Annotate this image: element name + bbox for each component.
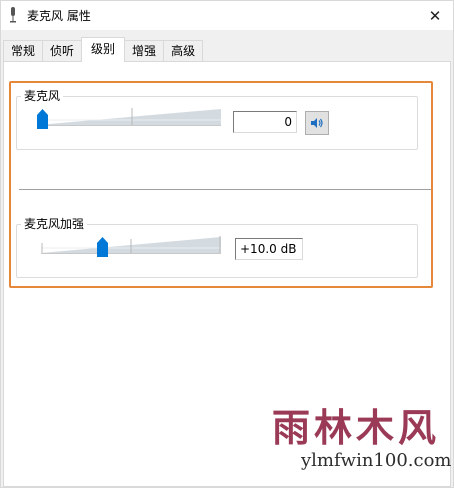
slider-track (41, 236, 221, 254)
title-bar[interactable]: 麦克风 属性 ✕ (1, 1, 453, 30)
boost-level-value: +10.0 dB (240, 242, 297, 256)
boost-level-field[interactable]: +10.0 dB (235, 238, 303, 260)
close-button[interactable]: ✕ (417, 1, 453, 30)
section-divider (19, 189, 433, 190)
tab-advanced[interactable]: 高级 (163, 40, 204, 62)
tab-general[interactable]: 常规 (3, 40, 44, 62)
window-title: 麦克风 属性 (27, 9, 91, 23)
watermark-url: ylmfwin100.com (301, 450, 452, 471)
boost-label: 麦克风加强 (21, 217, 88, 231)
microphone-slider[interactable] (37, 107, 221, 133)
microphone-level-value: 0 (284, 115, 292, 129)
properties-window: 麦克风 属性 ✕ 常规 侦听 级别 增强 高级 麦克风 0 麦克风加强 +10.… (0, 0, 454, 488)
microphone-level-field[interactable]: 0 (233, 111, 297, 133)
speaker-icon (311, 118, 323, 128)
close-icon: ✕ (428, 6, 442, 25)
boost-slider[interactable] (41, 235, 221, 261)
slider-thumb[interactable] (97, 237, 108, 257)
mute-button[interactable] (305, 111, 329, 135)
slider-thumb[interactable] (37, 109, 48, 129)
tab-strip: 常规 侦听 级别 增强 高级 (3, 37, 204, 62)
slider-track (37, 108, 221, 126)
tab-listen[interactable]: 侦听 (42, 40, 83, 62)
tab-enhancements[interactable]: 增强 (124, 40, 165, 62)
watermark-logo-text: 雨林木风 (272, 405, 441, 450)
microphone-icon (10, 7, 16, 23)
tab-levels[interactable]: 级别 (81, 37, 126, 62)
microphone-label: 麦克风 (21, 89, 64, 103)
